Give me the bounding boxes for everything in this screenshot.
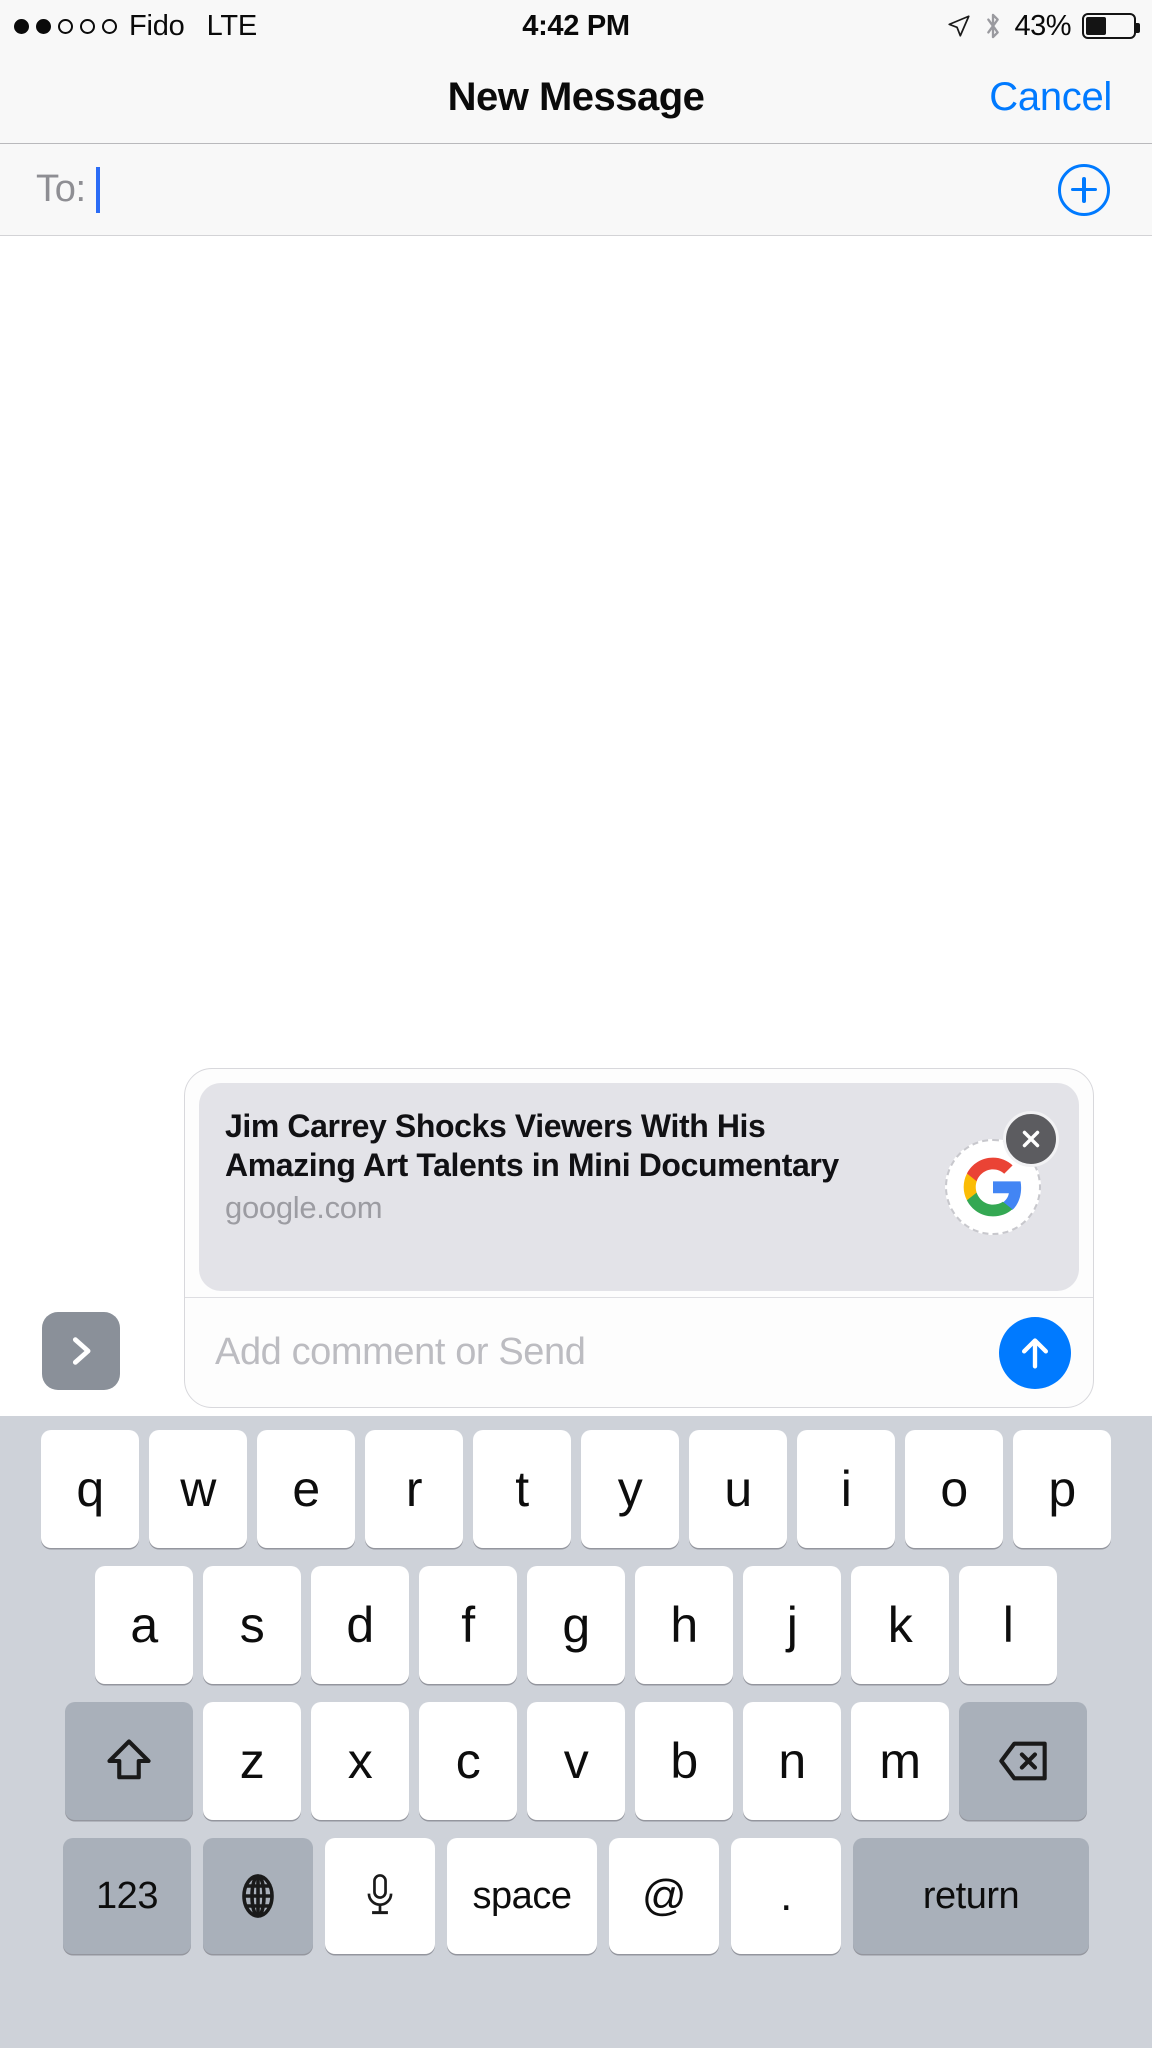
key-i[interactable]: i — [797, 1430, 895, 1548]
key-c[interactable]: c — [419, 1702, 517, 1820]
bluetooth-icon — [987, 13, 1000, 39]
key-u[interactable]: u — [689, 1430, 787, 1548]
link-preview-title: Jim Carrey Shocks Viewers With His Amazi… — [225, 1108, 839, 1183]
navigation-bar: New Message Cancel — [0, 52, 1152, 144]
link-preview-bubble[interactable]: Jim Carrey Shocks Viewers With His Amazi… — [199, 1083, 1079, 1291]
add-contact-button[interactable] — [1058, 163, 1110, 216]
recipient-field-row[interactable]: To: — [0, 144, 1152, 236]
key-l[interactable]: l — [959, 1566, 1057, 1684]
page-title: New Message — [447, 75, 705, 119]
keyboard-row-2: asdfghjkl — [0, 1566, 1152, 1684]
text-cursor — [95, 166, 100, 213]
status-bar-right: 43% — [946, 9, 1140, 43]
status-bar: Fido LTE 4:42 PM 43% — [0, 0, 1152, 52]
at-key[interactable]: @ — [609, 1838, 719, 1954]
period-key[interactable]: . — [731, 1838, 841, 1954]
key-f[interactable]: f — [419, 1566, 517, 1684]
key-g[interactable]: g — [527, 1566, 625, 1684]
cancel-button[interactable]: Cancel — [989, 75, 1112, 120]
conversation-area — [0, 236, 1152, 1086]
key-o[interactable]: o — [905, 1430, 1003, 1548]
key-k[interactable]: k — [851, 1566, 949, 1684]
on-screen-keyboard[interactable]: qwertyuiop asdfghjkl zxcvbnm 123 space @… — [0, 1416, 1152, 2048]
key-m[interactable]: m — [851, 1702, 949, 1820]
location-arrow-icon — [948, 15, 971, 37]
microphone-icon — [367, 1874, 393, 1915]
key-h[interactable]: h — [635, 1566, 733, 1684]
key-n[interactable]: n — [743, 1702, 841, 1820]
link-preview-text: Jim Carrey Shocks Viewers With His Amazi… — [225, 1107, 865, 1226]
expand-app-drawer-button[interactable] — [42, 1312, 120, 1390]
key-q[interactable]: q — [41, 1430, 139, 1548]
key-z[interactable]: z — [203, 1702, 301, 1820]
key-s[interactable]: s — [203, 1566, 301, 1684]
keyboard-row-3: zxcvbnm — [0, 1702, 1152, 1820]
comment-input[interactable]: Add comment or Send — [215, 1331, 999, 1374]
key-b[interactable]: b — [635, 1702, 733, 1820]
key-a[interactable]: a — [95, 1566, 193, 1684]
link-preview-logo-wrap — [945, 1111, 1059, 1235]
backspace-icon — [999, 1741, 1047, 1781]
send-button[interactable] — [999, 1316, 1071, 1389]
key-e[interactable]: e — [257, 1430, 355, 1548]
numeric-key[interactable]: 123 — [63, 1838, 191, 1954]
close-preview-button[interactable] — [1003, 1111, 1059, 1167]
dictation-key[interactable] — [325, 1838, 435, 1954]
link-preview-card[interactable]: Jim Carrey Shocks Viewers With His Amazi… — [184, 1068, 1094, 1408]
key-w[interactable]: w — [149, 1430, 247, 1548]
backspace-key[interactable] — [959, 1702, 1087, 1820]
comment-bar: Add comment or Send — [185, 1297, 1093, 1407]
keyboard-row-4: 123 space @ . return — [0, 1838, 1152, 1954]
arrow-up-icon — [1022, 1337, 1048, 1368]
shift-arrow-icon — [107, 1739, 151, 1780]
key-p[interactable]: p — [1013, 1430, 1111, 1548]
battery-percentage: 43% — [1014, 9, 1071, 42]
messages-new-message-screen: Fido LTE 4:42 PM 43% New Message Cancel … — [0, 0, 1152, 2048]
key-j[interactable]: j — [743, 1566, 841, 1684]
link-preview-top: Jim Carrey Shocks Viewers With His Amazi… — [185, 1069, 1093, 1297]
key-x[interactable]: x — [311, 1702, 409, 1820]
space-key[interactable]: space — [447, 1838, 597, 1954]
key-t[interactable]: t — [473, 1430, 571, 1548]
key-v[interactable]: v — [527, 1702, 625, 1820]
globe-icon — [242, 1874, 274, 1918]
to-label: To: — [36, 168, 86, 210]
key-y[interactable]: y — [581, 1430, 679, 1548]
globe-key[interactable] — [203, 1838, 313, 1954]
key-d[interactable]: d — [311, 1566, 409, 1684]
close-icon — [1022, 1130, 1040, 1148]
key-r[interactable]: r — [365, 1430, 463, 1548]
chevron-right-icon — [72, 1337, 91, 1365]
link-preview-domain: google.com — [225, 1190, 383, 1226]
keyboard-row-1: qwertyuiop — [0, 1430, 1152, 1548]
battery-icon — [1082, 13, 1140, 39]
shift-key[interactable] — [65, 1702, 193, 1820]
return-key[interactable]: return — [853, 1838, 1089, 1954]
